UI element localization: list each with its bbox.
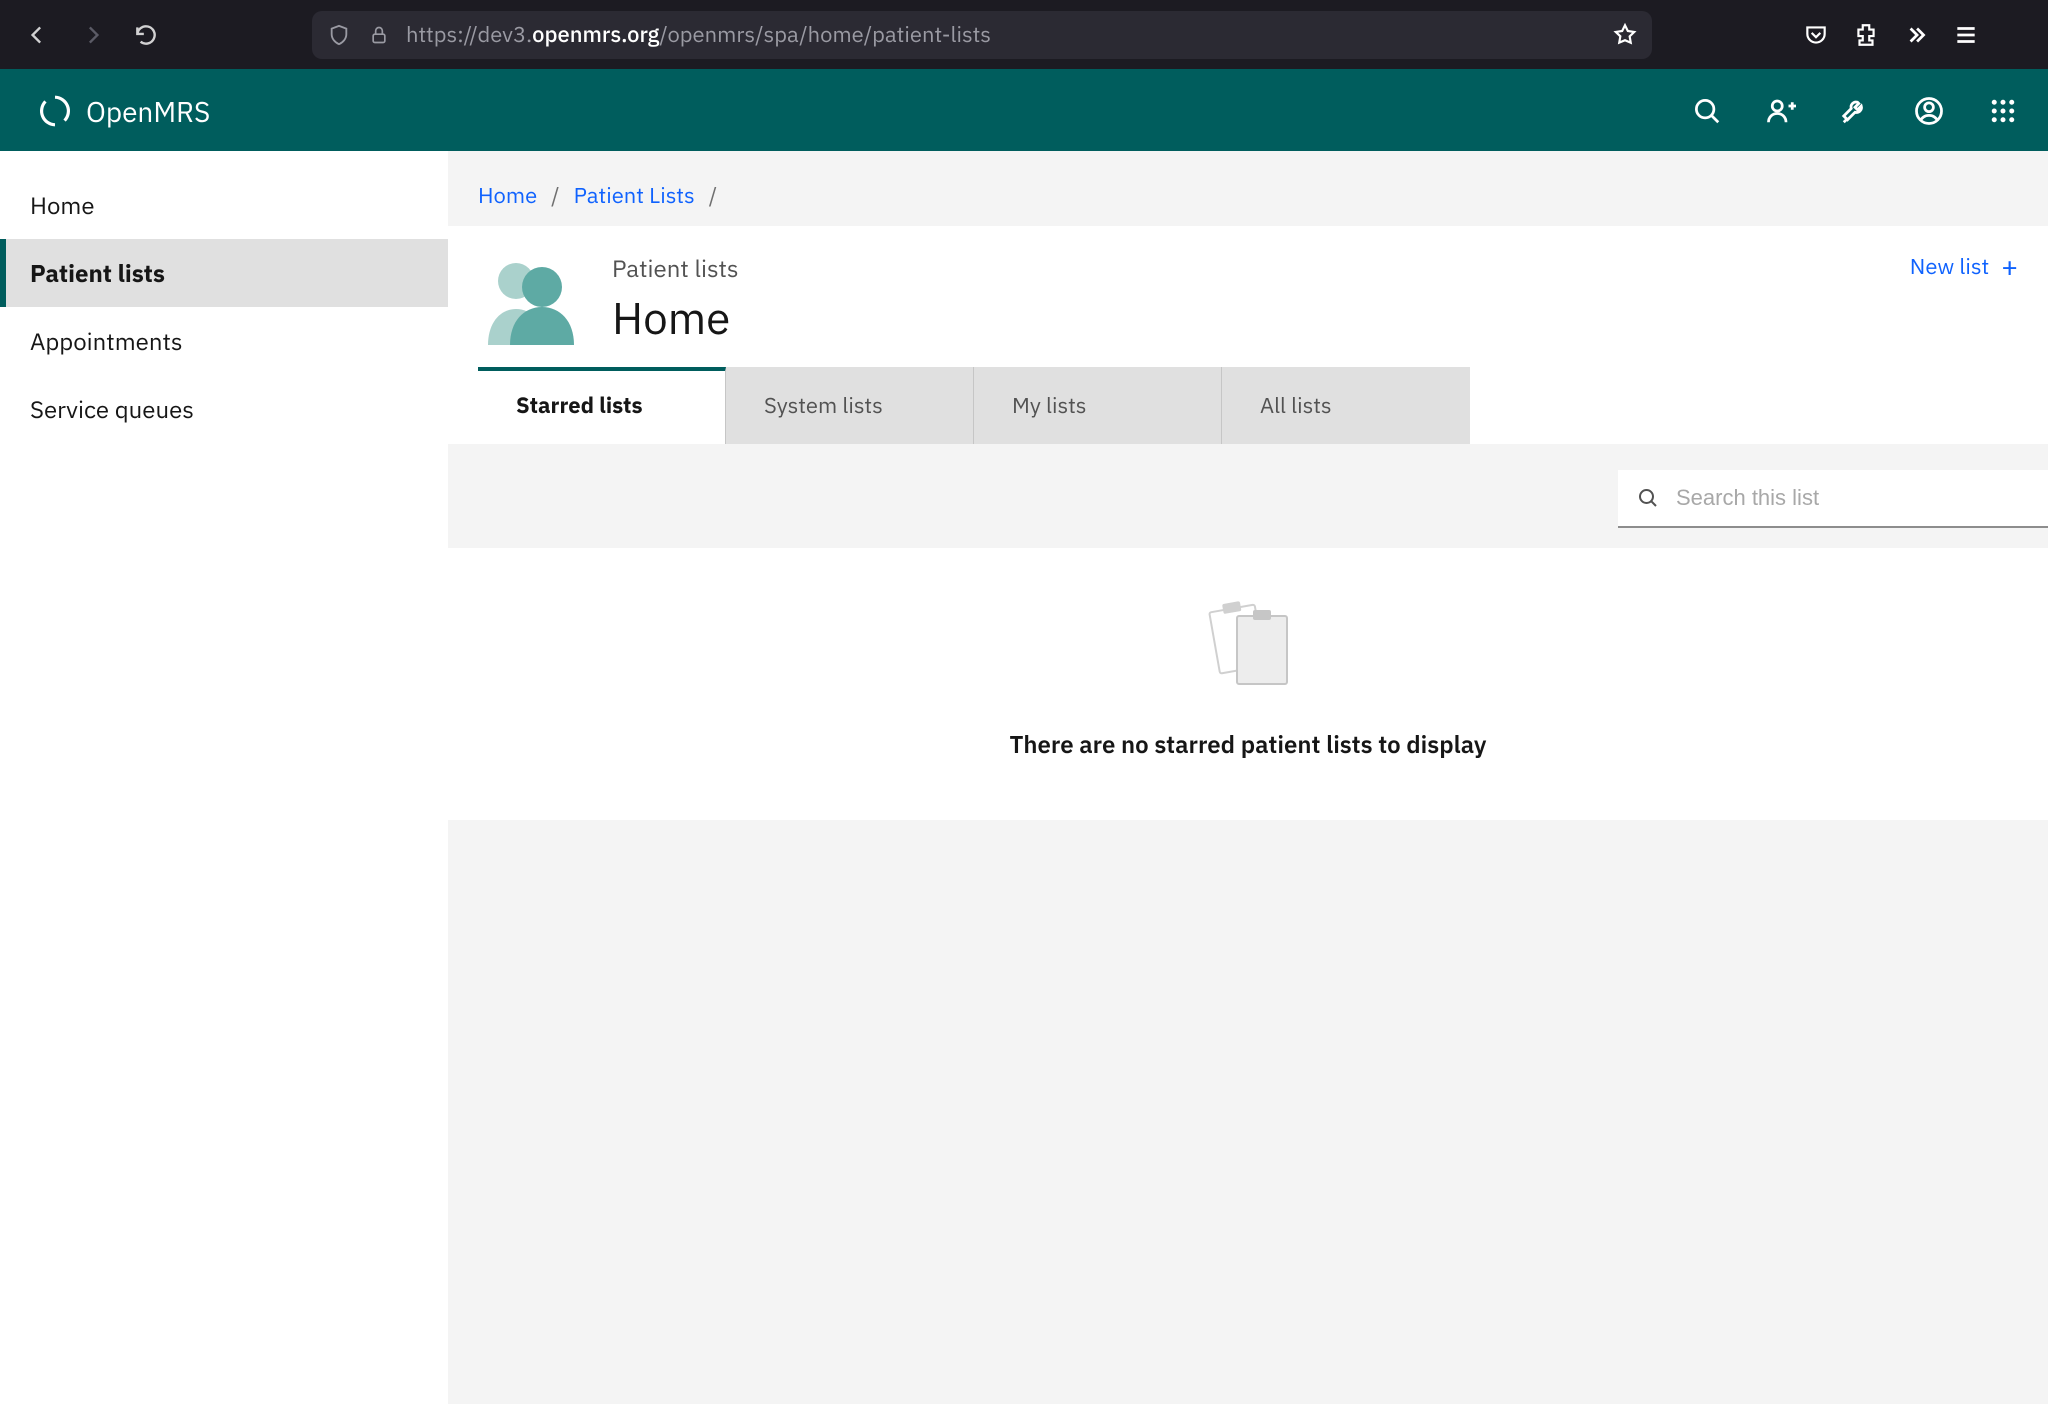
bookmark-icon[interactable] (1612, 22, 1638, 48)
add-patient-icon[interactable] (1766, 96, 1796, 126)
tab-label: System lists (764, 391, 883, 420)
breadcrumb: Home / Patient Lists / (448, 151, 2048, 226)
pocket-icon[interactable] (1800, 19, 1832, 51)
tab-label: My lists (1012, 391, 1087, 420)
tab-system-lists[interactable]: System lists (726, 367, 974, 444)
breadcrumb-separator: / (551, 181, 559, 210)
browser-reload-button[interactable] (128, 17, 164, 53)
sidebar-item-service-queues[interactable]: Service queues (0, 375, 448, 443)
new-list-button[interactable]: New list + (1910, 252, 2018, 281)
user-account-icon[interactable] (1914, 96, 1944, 126)
clipboard-icon (1193, 588, 1303, 698)
browser-forward-button[interactable] (74, 17, 110, 53)
brand[interactable]: OpenMRS (38, 93, 210, 130)
browser-url-bar[interactable]: https://dev3.openmrs.org/openmrs/spa/hom… (312, 11, 1652, 59)
search-icon[interactable] (1692, 96, 1722, 126)
tab-label: All lists (1260, 391, 1332, 420)
breadcrumb-separator: / (709, 181, 717, 210)
browser-back-button[interactable] (20, 17, 56, 53)
breadcrumb-patient-lists[interactable]: Patient Lists (574, 181, 695, 210)
page-title: Home (612, 290, 739, 347)
overflow-icon[interactable] (1900, 19, 1932, 51)
sidebar-item-label: Appointments (30, 325, 183, 357)
tab-all-lists[interactable]: All lists (1222, 367, 1470, 444)
sidebar: Home Patient lists Appointments Service … (0, 151, 448, 1404)
main-area: Home / Patient Lists / (448, 151, 2048, 1404)
sidebar-item-label: Service queues (30, 393, 194, 425)
tab-label: Starred lists (516, 391, 643, 420)
search-input[interactable] (1674, 484, 2030, 512)
breadcrumb-home[interactable]: Home (478, 181, 537, 210)
shield-icon (326, 22, 352, 48)
patients-icon (478, 255, 588, 345)
search-icon (1636, 486, 1660, 510)
empty-state-panel: There are no starred patient lists to di… (448, 548, 2048, 820)
extensions-icon[interactable] (1850, 19, 1882, 51)
tabs: Starred lists System lists My lists All … (478, 367, 2018, 444)
browser-toolbar: https://dev3.openmrs.org/openmrs/spa/hom… (0, 0, 2048, 69)
page-header: Patient lists Home New list + Starred li… (448, 226, 2048, 444)
plus-icon: + (2001, 253, 2018, 281)
brand-name: OpenMRS (86, 93, 210, 130)
sidebar-item-patient-lists[interactable]: Patient lists (0, 239, 448, 307)
new-list-label: New list (1910, 252, 1989, 281)
menu-icon[interactable] (1950, 19, 1982, 51)
browser-url-text: https://dev3.openmrs.org/openmrs/spa/hom… (406, 20, 1598, 49)
sidebar-item-label: Patient lists (30, 257, 165, 289)
tab-starred-lists[interactable]: Starred lists (478, 367, 726, 444)
sidebar-item-label: Home (30, 189, 95, 221)
search-field[interactable] (1618, 470, 2048, 528)
tools-icon[interactable] (1840, 96, 1870, 126)
app-header: OpenMRS (0, 69, 2048, 151)
empty-state-message: There are no starred patient lists to di… (1009, 728, 1486, 760)
sidebar-item-appointments[interactable]: Appointments (0, 307, 448, 375)
sidebar-item-home[interactable]: Home (0, 171, 448, 239)
openmrs-logo-icon (38, 94, 72, 128)
lock-icon (366, 22, 392, 48)
tab-my-lists[interactable]: My lists (974, 367, 1222, 444)
page-subtitle: Patient lists (612, 252, 739, 284)
app-grid-icon[interactable] (1988, 96, 2018, 126)
